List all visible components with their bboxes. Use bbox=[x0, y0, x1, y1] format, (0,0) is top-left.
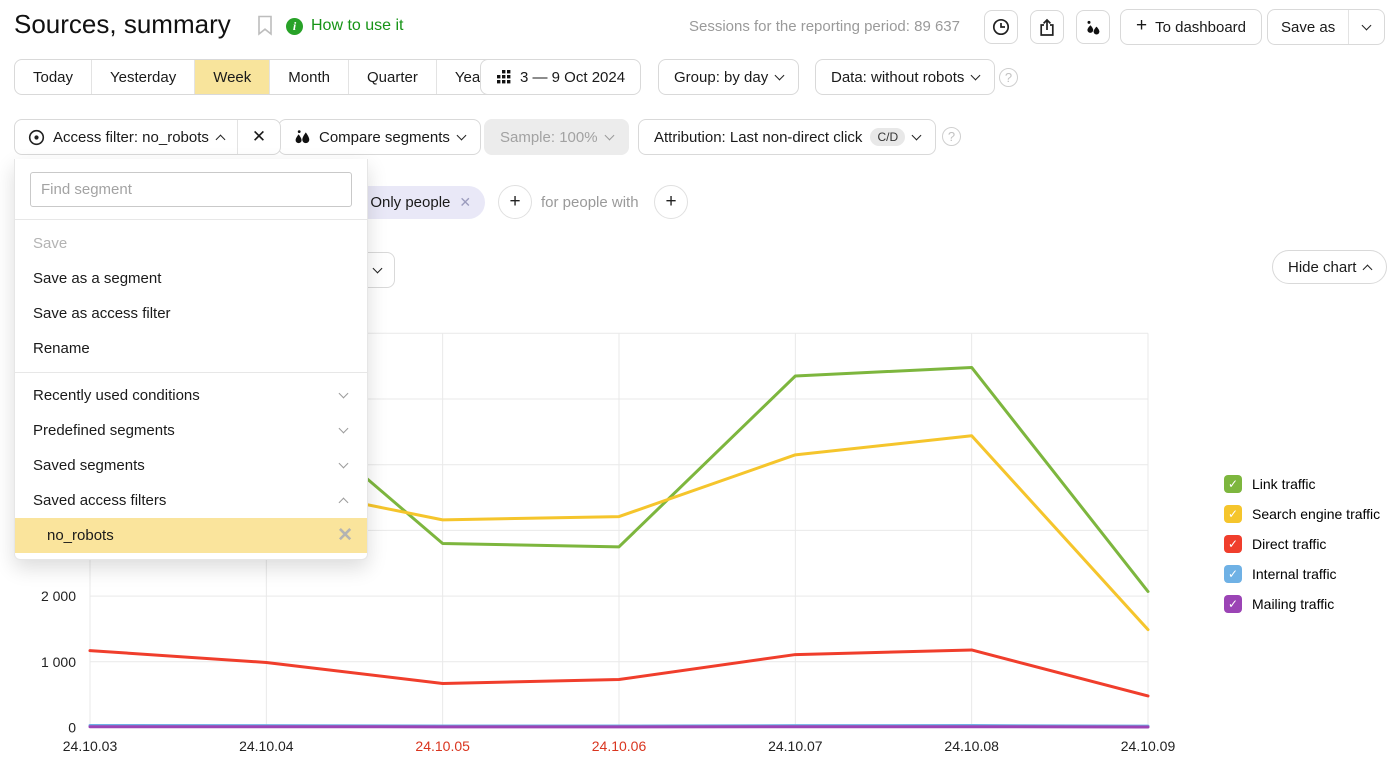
access-filter-clear-button[interactable]: ✕ bbox=[238, 120, 280, 154]
svg-text:1 000: 1 000 bbox=[41, 654, 76, 670]
legend-item-internal-traffic[interactable]: ✓ Internal traffic bbox=[1224, 564, 1380, 584]
remove-tag-icon[interactable]: ✕ bbox=[459, 194, 471, 211]
chevron-up-icon bbox=[215, 134, 225, 144]
svg-text:24.10.07: 24.10.07 bbox=[768, 738, 823, 754]
menu-item-rename[interactable]: Rename bbox=[15, 331, 367, 366]
hide-chart-button[interactable]: Hide chart bbox=[1272, 250, 1387, 284]
legend-item-mailing-traffic[interactable]: ✓ Mailing traffic bbox=[1224, 594, 1380, 614]
add-condition-button[interactable]: + bbox=[498, 185, 532, 219]
menu-item-save-as-access-filter[interactable]: Save as access filter bbox=[15, 296, 367, 331]
access-filter-label: Access filter: no_robots bbox=[53, 129, 209, 146]
chevron-down-icon bbox=[339, 424, 349, 434]
section-recently-used-conditions[interactable]: Recently used conditions bbox=[15, 378, 367, 413]
legend-checkbox[interactable]: ✓ bbox=[1224, 475, 1242, 493]
dropdown-sections: Recently used conditions Predefined segme… bbox=[15, 373, 367, 518]
legend-label: Internal traffic bbox=[1252, 566, 1337, 582]
legend-item-direct-traffic[interactable]: ✓ Direct traffic bbox=[1224, 534, 1380, 554]
access-filter-group: Access filter: no_robots ✕ bbox=[14, 119, 281, 155]
saved-filter-label: no_robots bbox=[47, 527, 114, 544]
hide-chart-label: Hide chart bbox=[1288, 259, 1356, 276]
menu-item-save: Save bbox=[15, 226, 367, 261]
menu-item-save-as-a-segment[interactable]: Save as a segment bbox=[15, 261, 367, 296]
section-label: Saved segments bbox=[33, 457, 145, 474]
legend-checkbox[interactable]: ✓ bbox=[1224, 595, 1242, 613]
legend-checkbox[interactable]: ✓ bbox=[1224, 565, 1242, 583]
add-people-condition-button[interactable]: + bbox=[654, 185, 688, 219]
section-predefined-segments[interactable]: Predefined segments bbox=[15, 413, 367, 448]
sources-summary-page: 0 1 000 2 000 24.10.03 24.10.04 24.10.05 24.10… bbox=[0, 0, 1400, 765]
section-label: Recently used conditions bbox=[33, 387, 200, 404]
svg-text:24.10.05: 24.10.05 bbox=[415, 738, 470, 754]
segment-tag-label: : Only people bbox=[362, 194, 450, 211]
segment-dropdown-panel: SaveSave as a segmentSave as access filt… bbox=[14, 159, 368, 560]
svg-text:0: 0 bbox=[68, 720, 76, 736]
chevron-down-icon bbox=[373, 263, 383, 273]
legend-item-link-traffic[interactable]: ✓ Link traffic bbox=[1224, 474, 1380, 494]
legend-label: Search engine traffic bbox=[1252, 506, 1380, 522]
svg-text:24.10.06: 24.10.06 bbox=[592, 738, 647, 754]
chevron-up-icon bbox=[339, 498, 349, 508]
legend-checkbox[interactable]: ✓ bbox=[1224, 505, 1242, 523]
segment-search-wrap bbox=[15, 159, 367, 219]
section-label: Saved access filters bbox=[33, 492, 166, 509]
for-people-with-label: for people with bbox=[541, 194, 639, 211]
legend-label: Link traffic bbox=[1252, 476, 1316, 492]
svg-text:24.10.03: 24.10.03 bbox=[63, 738, 118, 754]
chevron-down-icon bbox=[339, 459, 349, 469]
section-saved-access-filters[interactable]: Saved access filters bbox=[15, 483, 367, 518]
access-filter-button[interactable]: Access filter: no_robots bbox=[15, 120, 237, 154]
find-segment-input[interactable] bbox=[30, 172, 352, 207]
section-label: Predefined segments bbox=[33, 422, 175, 439]
legend-label: Mailing traffic bbox=[1252, 596, 1334, 612]
svg-text:2 000: 2 000 bbox=[41, 588, 76, 604]
legend-checkbox[interactable]: ✓ bbox=[1224, 535, 1242, 553]
delete-filter-icon[interactable]: ✕ bbox=[337, 524, 353, 547]
chevron-up-icon bbox=[1363, 264, 1373, 274]
chart-legend: ✓ Link traffic ✓ Search engine traffic ✓ Dire… bbox=[1224, 474, 1380, 624]
legend-label: Direct traffic bbox=[1252, 536, 1326, 552]
chevron-down-icon bbox=[339, 389, 349, 399]
dropdown-actions: SaveSave as a segmentSave as access filt… bbox=[15, 220, 367, 372]
target-icon bbox=[28, 129, 45, 146]
svg-text:24.10.04: 24.10.04 bbox=[239, 738, 294, 754]
svg-text:24.10.09: 24.10.09 bbox=[1121, 738, 1176, 754]
saved-filter-row-no-robots[interactable]: no_robots ✕ bbox=[15, 518, 367, 553]
legend-item-search-engine-traffic[interactable]: ✓ Search engine traffic bbox=[1224, 504, 1380, 524]
svg-text:24.10.08: 24.10.08 bbox=[944, 738, 999, 754]
section-saved-segments[interactable]: Saved segments bbox=[15, 448, 367, 483]
